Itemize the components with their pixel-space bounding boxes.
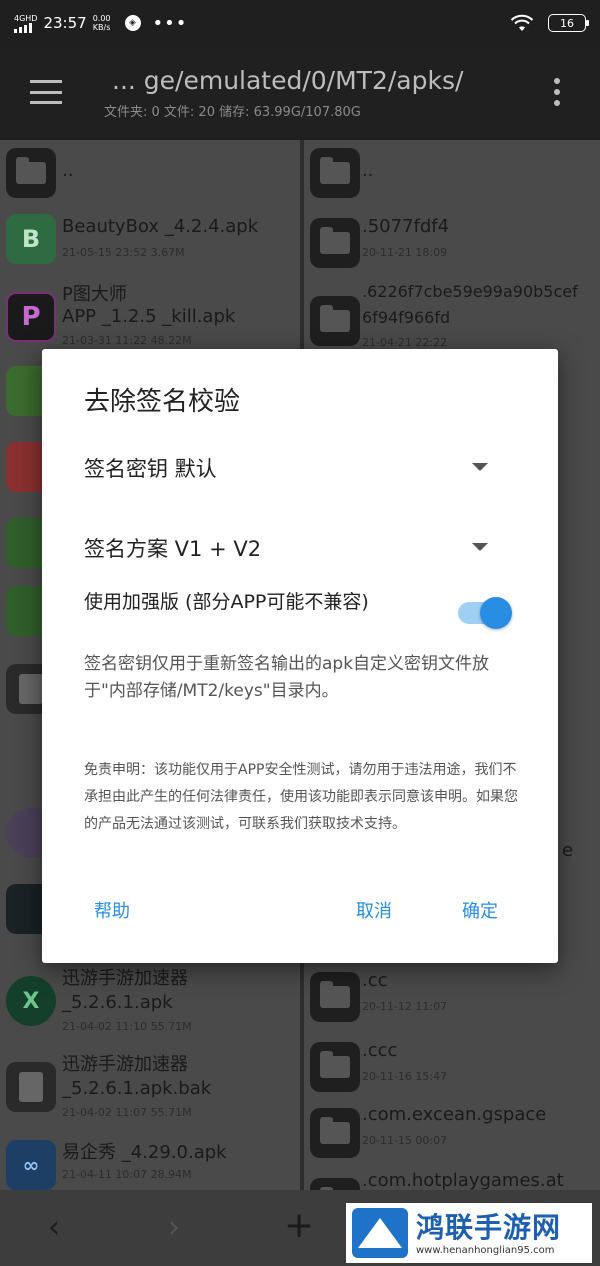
folder-name: .com.hotplaygames.at — [362, 1170, 564, 1190]
file-name: 易企秀 _4.29.0.apk — [62, 1142, 227, 1163]
battery-level: 16 — [560, 16, 574, 30]
folder-icon — [310, 1178, 360, 1190]
beautybox-icon: B — [6, 214, 56, 264]
watermark: 鸿联手游网 www.henanhonglian95.com — [346, 1203, 592, 1263]
network-type: 4GHD — [14, 13, 38, 23]
folder-name: .6226f7cbe59e99a90b5cef — [362, 282, 578, 301]
enhanced-mode-toggle[interactable] — [458, 597, 512, 629]
folder-meta: 20-11-16 15:47 — [362, 1070, 448, 1083]
folder-row[interactable]: .ccc 20-11-16 15:47 — [304, 1038, 600, 1098]
signing-key-value: 签名密钥 默认 — [84, 457, 217, 481]
file-name-line2: APP _1.2.5 _kill.apk — [62, 306, 236, 327]
xunyou-icon: X — [6, 976, 56, 1026]
help-button[interactable]: 帮助 — [94, 897, 130, 923]
folder-row[interactable]: .5077fdf4 20-11-21 18:09 — [304, 214, 600, 274]
folder-row[interactable]: .cc 20-11-12 11:07 — [304, 968, 600, 1028]
folder-icon — [310, 148, 360, 198]
back-button[interactable]: ‹ — [48, 1210, 60, 1245]
remove-signature-dialog: 去除签名校验 签名密钥 默认 签名方案 V1 + V2 使用加强版 (部分APP… — [42, 349, 558, 963]
file-name: BeautyBox _4.2.4.apk — [62, 216, 259, 237]
folder-row[interactable]: .com.hotplaygames.at — [304, 1170, 600, 1190]
battery-icon: 16 — [548, 14, 589, 32]
file-meta: 21-04-11 10:07 28.94M — [62, 1168, 192, 1181]
signing-scheme-select[interactable]: 签名方案 V1 + V2 — [84, 533, 488, 569]
folder-name: .ccc — [362, 1040, 398, 1061]
disclaimer-text: 免责申明：该功能仅用于APP安全性测试，请勿用于违法用途，我们不承担由此产生的任… — [84, 762, 518, 832]
file-meta: 21-04-02 11:10 55.71M — [62, 1020, 192, 1033]
file-row[interactable]: ∞ 易企秀 _4.29.0.apk 21-04-11 10:07 28.94M — [0, 1136, 300, 1190]
speed-value: 0.00 — [92, 14, 111, 23]
folder-icon — [310, 218, 360, 268]
eqxiu-icon: ∞ — [6, 1140, 56, 1190]
folder-icon — [310, 1108, 360, 1158]
current-path: ... ge/emulated/0/MT2/apks/ — [112, 66, 464, 95]
menu-icon[interactable] — [30, 80, 62, 104]
document-icon — [6, 1062, 56, 1112]
file-row[interactable]: X 迅游手游加速器 _5.2.6.1.apk 21-04-02 11:10 55… — [0, 966, 300, 1036]
file-meta: 21-04-02 11:07 55.71M — [62, 1106, 192, 1119]
signing-scheme-value: 签名方案 V1 + V2 — [84, 537, 262, 561]
signal-indicator: 4GHD — [14, 14, 37, 33]
folder-info: 文件夹: 0 文件: 20 储存: 63.99G/107.80G — [104, 105, 361, 120]
network-speed: 0.00 KB/s — [93, 14, 111, 32]
overflow-menu-icon[interactable] — [554, 78, 560, 106]
file-name-line2: _5.2.6.1.apk.bak — [62, 1078, 212, 1099]
file-row[interactable]: 迅游手游加速器 _5.2.6.1.apk.bak 21-04-02 11:07 … — [0, 1052, 300, 1122]
signal-bars-icon — [14, 22, 32, 33]
file-meta: 21-05-15 23:52 3.67M — [62, 246, 185, 259]
watermark-logo-icon — [350, 1206, 410, 1260]
clock: 23:57 — [43, 14, 87, 32]
add-button[interactable]: + — [284, 1205, 314, 1246]
wifi-icon — [510, 14, 534, 31]
app-bar: ... ge/emulated/0/MT2/apks/ 文件夹: 0 文件: 2… — [0, 46, 600, 140]
parent-directory-label: .. — [362, 160, 374, 181]
file-meta: 21-03-31 11:22 48.22M — [62, 334, 192, 347]
folder-row[interactable]: .6226f7cbe59e99a90b5cef 6f94f966fd 21-04… — [304, 282, 600, 352]
watermark-url: www.henanhonglian95.com — [416, 1244, 555, 1256]
watermark-title: 鸿联手游网 — [416, 1210, 562, 1244]
enhanced-mode-label: 使用加强版 (部分APP可能不兼容) — [84, 591, 369, 613]
parent-directory-row[interactable]: .. — [304, 148, 600, 208]
folder-meta: 20-11-15 00:07 — [362, 1134, 448, 1147]
folder-icon — [310, 972, 360, 1022]
p-master-icon: P — [6, 292, 56, 342]
signing-key-select[interactable]: 签名密钥 默认 — [84, 453, 488, 489]
dialog-title: 去除签名校验 — [84, 387, 241, 417]
file-name: 迅游手游加速器 — [62, 1054, 188, 1075]
file-name: P图大师 — [62, 284, 127, 305]
file-row[interactable]: B BeautyBox _4.2.4.apk 21-05-15 23:52 3.… — [0, 214, 300, 274]
notification-icon: ◈ — [124, 15, 141, 31]
ok-button[interactable]: 确定 — [462, 897, 498, 923]
forward-button[interactable]: › — [168, 1210, 180, 1245]
dropdown-arrow-icon — [472, 543, 488, 551]
partial-text: e — [562, 840, 574, 861]
folder-name: .com.excean.gspace — [362, 1104, 547, 1125]
file-name: 迅游手游加速器 — [62, 968, 188, 989]
folder-icon — [310, 1042, 360, 1092]
speed-unit: KB/s — [92, 23, 111, 32]
folder-meta: 20-11-21 18:09 — [362, 246, 448, 259]
parent-directory-label: .. — [62, 160, 74, 181]
dropdown-arrow-icon — [472, 463, 488, 471]
status-bar: 4GHD 23:57 0.00 KB/s ◈ ••• 16 — [0, 0, 600, 46]
folder-icon — [6, 148, 56, 198]
folder-name: .cc — [362, 970, 388, 991]
folder-name: .5077fdf4 — [362, 216, 450, 237]
folder-icon — [310, 296, 360, 346]
folder-row[interactable]: .com.excean.gspace 20-11-15 00:07 — [304, 1102, 600, 1162]
cancel-button[interactable]: 取消 — [356, 897, 392, 923]
file-row[interactable]: P P图大师 APP _1.2.5 _kill.apk 21-03-31 11:… — [0, 284, 300, 350]
file-name-line2: _5.2.6.1.apk — [62, 992, 173, 1013]
folder-name-line2: 6f94f966fd — [362, 308, 451, 327]
folder-meta: 20-11-12 11:07 — [362, 1000, 448, 1013]
toggle-knob — [480, 597, 512, 629]
more-notifications: ••• — [152, 12, 188, 34]
parent-directory-row[interactable]: .. — [0, 148, 300, 208]
folder-meta: 21-04-21 22:22 — [362, 336, 448, 349]
key-note: 签名密钥仅用于重新签名输出的apk自定义密钥文件放于"内部存储/MT2/keys… — [84, 654, 490, 701]
